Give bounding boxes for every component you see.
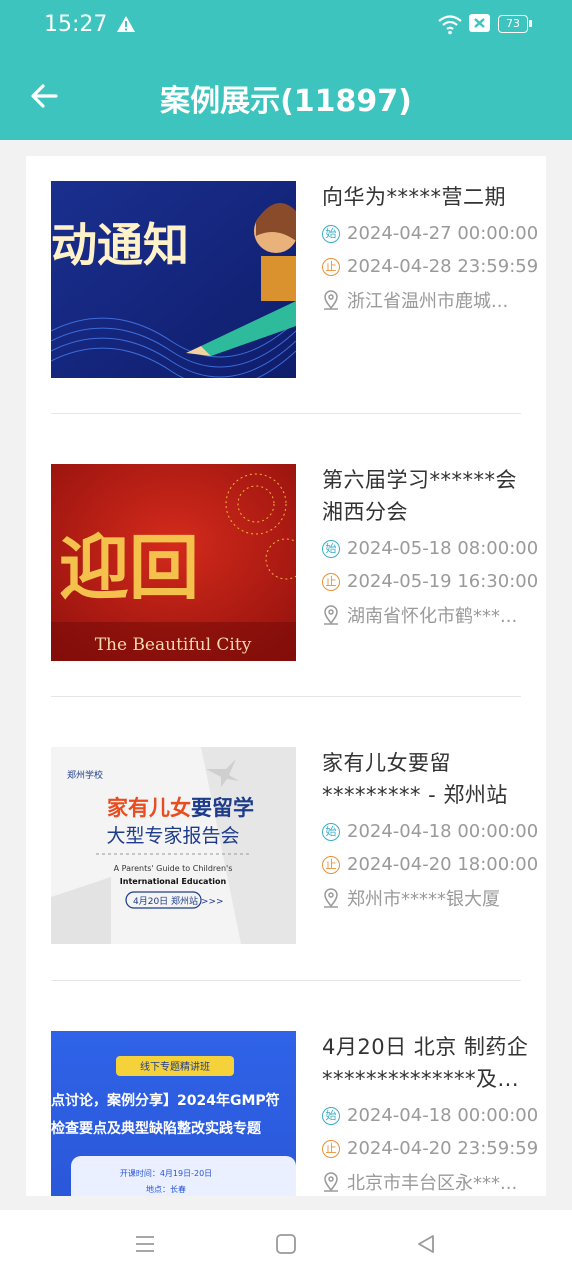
thumbnail-image: 郑州学校 家有儿女 要留学 大型专家报告会 A Parents' Guide t… — [51, 747, 296, 944]
location-pin-icon — [324, 887, 338, 908]
system-nav-bar — [0, 1210, 572, 1280]
back-triangle-icon[interactable] — [414, 1232, 438, 1256]
start-tag-icon: 始 — [322, 1106, 340, 1125]
status-time: 15:27 — [44, 12, 108, 37]
location-row: 浙江省温州市鹿城... — [322, 283, 532, 316]
location-row: 北京市丰台区永***... — [322, 1165, 532, 1196]
location: 北京市丰台区永***... — [347, 1172, 518, 1194]
svg-text:检查要点及典型缺陷整改实践专题: 检查要点及典型缺陷整改实践专题 — [51, 1120, 262, 1137]
item-title: 向华为*****营二期 — [322, 185, 506, 209]
svg-text:A Parents' Guide to Children's: A Parents' Guide to Children's — [114, 864, 233, 873]
start-time: 2024-04-18 00:00:00 — [347, 821, 539, 842]
status-bar: 15:27 73 — [0, 0, 572, 52]
item-title: 第六届学习******会湘西分会 — [322, 468, 517, 524]
start-tag-icon: 始 — [322, 539, 340, 558]
end-tag-icon: 止 — [322, 572, 340, 591]
end-time: 2024-04-20 23:59:59 — [347, 1138, 539, 1159]
svg-text:The Beautiful City: The Beautiful City — [95, 635, 252, 655]
page-title: 案例展示(11897) — [160, 84, 412, 119]
svg-text:International Education: International Education — [120, 877, 227, 886]
svg-text:郑州学校: 郑州学校 — [67, 769, 103, 781]
divider — [51, 696, 521, 697]
menu-icon[interactable] — [133, 1232, 157, 1256]
battery-icon: 73 — [498, 15, 532, 33]
end-time: 2024-04-28 23:59:59 — [347, 256, 539, 277]
end-tag-icon: 止 — [322, 257, 340, 276]
home-icon[interactable] — [274, 1232, 298, 1256]
item-info: 向华为*****营二期 始 2024-04-27 00:00:00 止 2024… — [322, 181, 538, 316]
location: 浙江省温州市鹿城... — [347, 290, 509, 312]
location-row: 郑州市*****银大厦 — [322, 881, 532, 914]
thumbnail-image: 动通知 — [51, 181, 296, 378]
end-time-row: 止 2024-04-20 23:59:59 — [322, 1132, 538, 1165]
thumbnail-image: 迎回 The Beautiful City — [51, 464, 296, 661]
item-thumbnail[interactable]: 迎回 The Beautiful City — [51, 464, 296, 661]
item-title: 家有儿女要留********* - 郑州站 — [322, 751, 508, 807]
location: 郑州市*****银大厦 — [347, 888, 500, 910]
svg-text:要留学: 要留学 — [191, 796, 254, 820]
end-time: 2024-05-19 16:30:00 — [347, 571, 539, 592]
no-sim-icon — [469, 14, 490, 32]
warning-icon — [117, 16, 135, 32]
item-thumbnail[interactable]: 郑州学校 家有儿女 要留学 大型专家报告会 A Parents' Guide t… — [51, 747, 296, 944]
end-tag-icon: 止 — [322, 855, 340, 874]
location-pin-icon — [324, 604, 338, 625]
svg-text:开课时间：4月19日-20日: 开课时间：4月19日-20日 — [120, 1168, 212, 1178]
wifi-icon — [438, 15, 462, 35]
divider — [51, 980, 521, 981]
location-pin-icon — [324, 289, 338, 310]
thumbnail-image: 线下专题精讲班 点讨论，案例分享】2024年GMP符 检查要点及典型缺陷整改实践… — [51, 1031, 296, 1196]
battery-level: 73 — [498, 15, 528, 33]
end-tag-icon: 止 — [322, 1139, 340, 1158]
svg-text:地点：长春: 地点：长春 — [146, 1184, 186, 1194]
start-time: 2024-04-18 00:00:00 — [347, 1105, 539, 1126]
svg-text:家有儿女: 家有儿女 — [107, 796, 191, 820]
item-info: 4月20日 北京 制药企**************及... 始 2024-04… — [322, 1031, 538, 1196]
location-row: 湖南省怀化市鹤***... — [322, 598, 532, 631]
item-info: 第六届学习******会湘西分会 始 2024-05-18 08:00:00 止… — [322, 464, 538, 631]
end-time: 2024-04-20 18:00:00 — [347, 854, 539, 875]
start-time-row: 始 2024-04-27 00:00:00 — [322, 217, 538, 250]
start-tag-icon: 始 — [322, 224, 340, 243]
item-title: 4月20日 北京 制药企**************及... — [322, 1035, 529, 1091]
svg-text:动通知: 动通知 — [51, 218, 189, 272]
item-thumbnail[interactable]: 线下专题精讲班 点讨论，案例分享】2024年GMP符 检查要点及典型缺陷整改实践… — [51, 1031, 296, 1196]
svg-text:大型专家报告会: 大型专家报告会 — [106, 825, 239, 847]
start-time: 2024-05-18 08:00:00 — [347, 538, 539, 559]
divider — [51, 413, 521, 414]
end-time-row: 止 2024-04-28 23:59:59 — [322, 250, 538, 283]
location: 湖南省怀化市鹤***... — [347, 605, 518, 627]
start-time-row: 始 2024-04-18 00:00:00 — [322, 815, 538, 848]
svg-text:迎回: 迎回 — [59, 527, 199, 609]
start-time-row: 始 2024-05-18 08:00:00 — [322, 532, 538, 565]
start-tag-icon: 始 — [322, 822, 340, 841]
start-time: 2024-04-27 00:00:00 — [347, 223, 539, 244]
start-time-row: 始 2024-04-18 00:00:00 — [322, 1099, 538, 1132]
app-header: 15:27 73 案例展示(11897) — [0, 0, 572, 140]
item-thumbnail[interactable]: 动通知 — [51, 181, 296, 378]
case-list: 动通知 向华为*****营二期 始 2024-04-27 00:00:00 止 … — [26, 156, 546, 1196]
end-time-row: 止 2024-04-20 18:00:00 — [322, 848, 538, 881]
item-info: 家有儿女要留********* - 郑州站 始 2024-04-18 00:00… — [322, 747, 538, 914]
location-pin-icon — [324, 1171, 338, 1192]
svg-text:4月20日 郑州站 >>>: 4月20日 郑州站 >>> — [133, 895, 224, 907]
svg-text:线下专题精讲班: 线下专题精讲班 — [140, 1060, 210, 1073]
svg-text:点讨论，案例分享】2024年GMP符: 点讨论，案例分享】2024年GMP符 — [51, 1092, 280, 1109]
end-time-row: 止 2024-05-19 16:30:00 — [322, 565, 538, 598]
